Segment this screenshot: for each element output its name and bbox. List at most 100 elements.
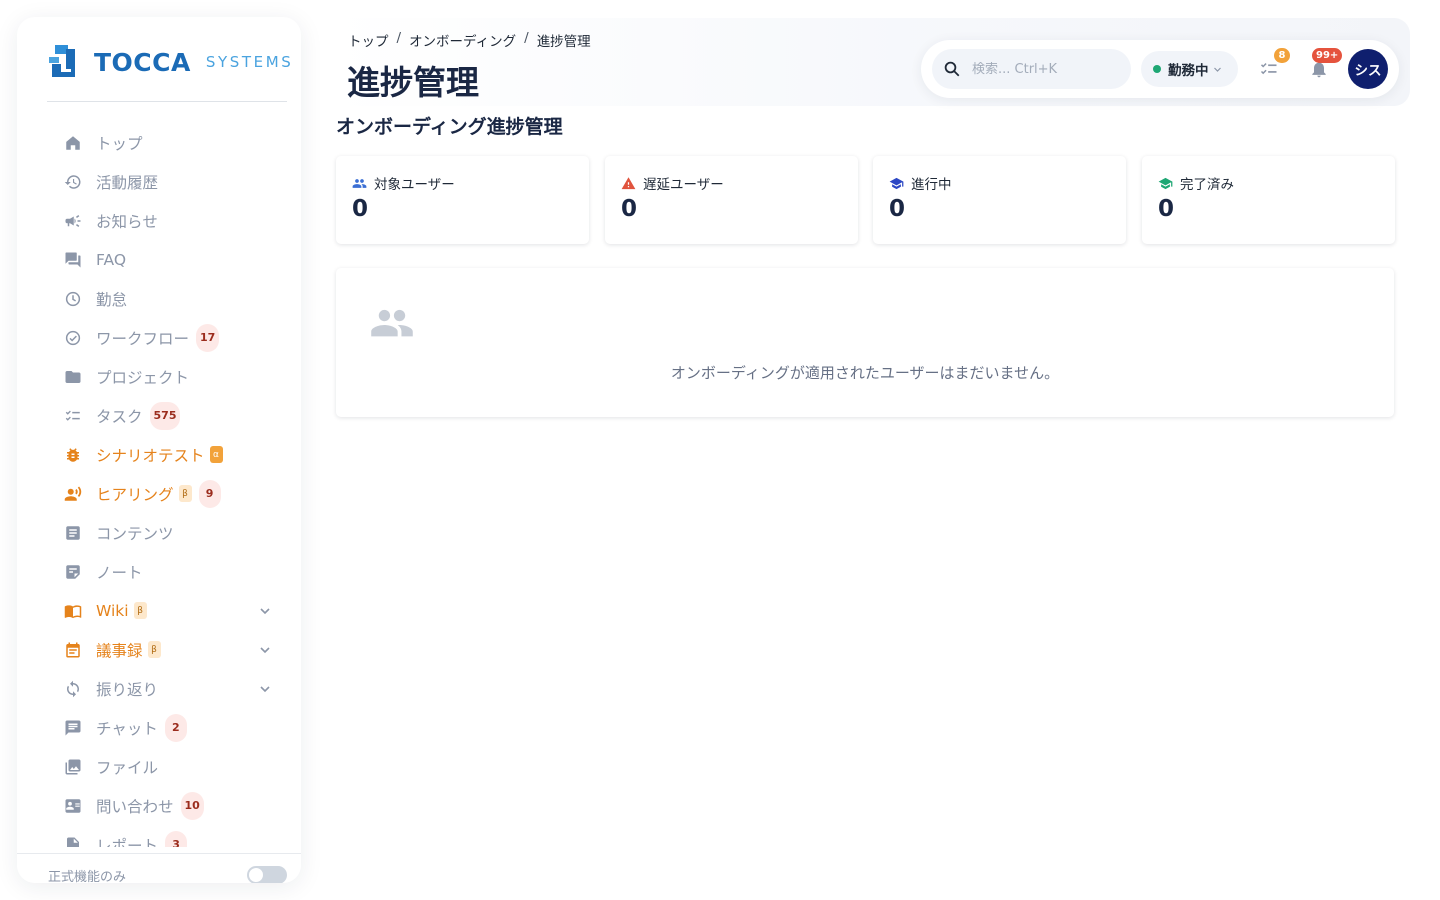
breadcrumb-separator: / (524, 30, 529, 46)
sidebar-item-chat[interactable]: チャット 2 (17, 708, 301, 747)
alpha-tag: α (209, 446, 223, 463)
page-title: 進捗管理 (347, 63, 479, 102)
header-toolbar: 勤務中 8 99+ シス (921, 40, 1399, 98)
online-status-dot (1153, 65, 1161, 73)
note-icon (64, 563, 82, 581)
checklist-icon (64, 407, 82, 425)
breadcrumb: トップ / オンボーディング / 進捗管理 (348, 30, 591, 50)
sidebar: TOCCA SYSTEMS トップ 活動履歴 お知らせ FAQ 勤怠 ワークフロ… (17, 17, 301, 883)
home-icon (64, 134, 82, 152)
breadcrumb-separator: / (396, 30, 402, 46)
sidebar-item-retrospective[interactable]: 振り返り (17, 669, 301, 708)
warning-icon (621, 176, 636, 189)
report-icon (64, 836, 82, 847)
stat-card-completed: 完了済み 0 (1142, 156, 1395, 244)
search-box[interactable] (932, 49, 1131, 89)
sidebar-item-projects[interactable]: プロジェクト (17, 357, 301, 396)
sidebar-item-reports[interactable]: レポート 3 (17, 825, 301, 847)
search-icon (944, 61, 960, 77)
stat-label-row: 遅延ユーザー (621, 173, 724, 193)
stat-value: 0 (352, 196, 369, 222)
sidebar-item-activity-history[interactable]: 活動履歴 (17, 162, 301, 201)
chevron-down-icon[interactable] (259, 644, 271, 656)
stat-label: 完了済み (1180, 177, 1234, 193)
stat-value: 0 (621, 196, 638, 222)
count-badge: 10 (180, 791, 204, 820)
stat-card-in-progress: 進行中 0 (873, 156, 1126, 244)
work-status-label: 勤務中 (1168, 63, 1209, 79)
sidebar-item-label: 活動履歴 (96, 173, 159, 192)
work-status-dropdown[interactable]: 勤務中 (1141, 51, 1238, 87)
chevron-down-icon[interactable] (259, 605, 271, 617)
sidebar-nav: トップ 活動履歴 お知らせ FAQ 勤怠 ワークフロー 17 プロジェクト タス… (17, 123, 301, 847)
sidebar-item-label: ファイル (96, 758, 159, 777)
empty-state-message: オンボーディングが適用されたユーザーはまだいません。 (670, 364, 1060, 382)
brand-suffix: SYSTEMS (205, 53, 294, 71)
toggle-knob (249, 868, 263, 882)
beta-tag: β (133, 602, 147, 619)
user-avatar[interactable]: シス (1348, 49, 1388, 89)
sidebar-item-announcements[interactable]: お知らせ (17, 201, 301, 240)
sidebar-item-notes[interactable]: ノート (17, 552, 301, 591)
book-icon (64, 602, 82, 620)
task-checklist-icon[interactable] (1259, 59, 1279, 79)
sidebar-item-label: 勤怠 (96, 290, 128, 309)
search-input[interactable] (972, 61, 1122, 77)
forum-icon (64, 251, 82, 269)
sidebar-item-minutes[interactable]: 議事録 β (17, 630, 301, 669)
sidebar-item-inquiries[interactable]: 問い合わせ 10 (17, 786, 301, 825)
sidebar-item-label: ノート (96, 563, 143, 582)
notifications-count-badge: 99+ (1312, 48, 1343, 63)
section-title: オンボーディング進捗管理 (336, 116, 563, 138)
sidebar-item-scenario-test[interactable]: シナリオテスト α (17, 435, 301, 474)
breadcrumb-item-onboarding[interactable]: オンボーディング (409, 30, 516, 50)
history-icon (64, 173, 82, 191)
folder-icon (64, 368, 82, 386)
sidebar-footer: 正式機能のみ (17, 853, 301, 883)
sidebar-item-wiki[interactable]: Wiki β (17, 591, 301, 630)
sidebar-item-tasks[interactable]: タスク 575 (17, 396, 301, 435)
count-badge: 3 (165, 830, 188, 847)
chevron-down-icon (1213, 67, 1221, 72)
sidebar-item-label: シナリオテスト (96, 446, 205, 465)
calendar-icon (64, 641, 82, 659)
chevron-down-icon[interactable] (259, 683, 271, 695)
stat-label: 進行中 (911, 177, 952, 193)
count-badge: 17 (196, 323, 220, 352)
stat-label-row: 進行中 (889, 173, 952, 193)
sidebar-item-label: Wiki (96, 601, 129, 620)
sidebar-item-label: トップ (96, 134, 143, 153)
sidebar-item-label: ワークフロー (96, 329, 190, 348)
chat-icon (64, 719, 82, 737)
clock-icon (64, 290, 82, 308)
sidebar-item-label: コンテンツ (96, 524, 174, 543)
image-icon (64, 758, 82, 776)
breadcrumb-item-top[interactable]: トップ (348, 30, 389, 50)
sidebar-item-attendance[interactable]: 勤怠 (17, 279, 301, 318)
group-icon (352, 178, 367, 188)
sidebar-item-contents[interactable]: コンテンツ (17, 513, 301, 552)
sidebar-item-hearing[interactable]: ヒアリング β 9 (17, 474, 301, 513)
brand-name: TOCCA (94, 47, 191, 77)
logo-divider (47, 101, 287, 102)
sidebar-item-faq[interactable]: FAQ (17, 240, 301, 279)
count-badge: 575 (149, 401, 181, 430)
bug-icon (64, 446, 82, 464)
sidebar-item-files[interactable]: ファイル (17, 747, 301, 786)
brand-logo[interactable]: TOCCA SYSTEMS (49, 44, 293, 80)
tasks-count-badge: 8 (1274, 48, 1290, 63)
sidebar-item-label: 議事録 (96, 641, 143, 660)
stat-card-delayed-users: 遅延ユーザー 0 (605, 156, 858, 244)
official-features-toggle[interactable] (247, 866, 287, 883)
sidebar-item-label: お知らせ (96, 212, 158, 231)
graduation-icon (1158, 177, 1173, 189)
stat-label-row: 完了済み (1158, 173, 1234, 193)
beta-tag: β (147, 641, 161, 658)
sidebar-item-label: ヒアリング (96, 485, 174, 504)
sidebar-item-top[interactable]: トップ (17, 123, 301, 162)
breadcrumb-item-current: 進捗管理 (536, 34, 591, 50)
stat-value: 0 (1158, 196, 1175, 222)
sidebar-item-label: 振り返り (96, 680, 159, 699)
sidebar-item-workflow[interactable]: ワークフロー 17 (17, 318, 301, 357)
person-voice-icon (64, 485, 82, 503)
